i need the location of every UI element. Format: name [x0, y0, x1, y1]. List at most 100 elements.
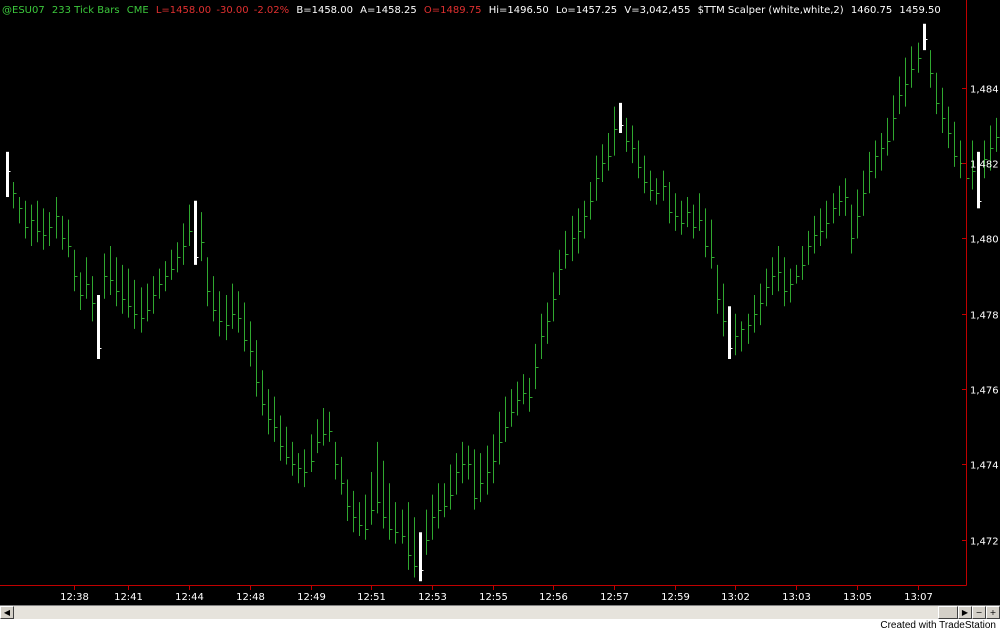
- ohlc-bar: [147, 283, 151, 322]
- ohlc-bar: [171, 249, 175, 280]
- ohlc-bar: [559, 249, 563, 295]
- ohlc-bar: [596, 155, 600, 201]
- ohlc-bar: [383, 460, 387, 529]
- ohlc-bar: [68, 219, 72, 258]
- scroll-right-button[interactable]: ▶: [958, 606, 972, 619]
- time-axis: 12:38 12:41 12:44 12:48 12:49 12:51 12:53 12:55…: [60, 585, 933, 603]
- ohlc-bar: [165, 261, 169, 292]
- arrow-left-icon: ◀: [3, 608, 11, 617]
- ohlc-bar: [329, 411, 333, 442]
- scroll-thumb[interactable]: [938, 606, 958, 619]
- ohlc-bar: [760, 283, 764, 326]
- ohlc-bar: [650, 170, 654, 201]
- ohlc-bar: [232, 283, 236, 329]
- ohlc-bar: [219, 291, 223, 337]
- ohlc-bar: [608, 133, 612, 171]
- ohlc-bar: [86, 257, 90, 299]
- ohlc-bar: [656, 178, 660, 205]
- ohlc-bar: [177, 242, 181, 273]
- ohlc-bar: [887, 117, 891, 156]
- ohlc-bar: [663, 170, 667, 201]
- ohlc-bar: [286, 426, 290, 465]
- ohlc-bar: [128, 268, 132, 318]
- ohlc-bar: [565, 230, 569, 269]
- ohlc-bar: [292, 441, 296, 476]
- ohlc-bar: [541, 313, 545, 359]
- zoom-out-button[interactable]: −: [972, 606, 986, 619]
- ohlc-bar: [693, 204, 697, 239]
- ohlc-bar: [614, 106, 618, 156]
- ohlc-bar: [590, 181, 594, 220]
- ohlc-bar: [893, 95, 897, 141]
- time-tick-label: 12:55: [479, 592, 508, 603]
- ohlc-bar: [456, 453, 460, 495]
- ohlc-bar: [772, 257, 776, 295]
- ohlc-bar: [414, 517, 418, 578]
- horizontal-scrollbar[interactable]: ◀ ▶ − +: [0, 605, 1000, 619]
- ohlc-bar: [820, 208, 824, 246]
- ohlc-bar: [578, 208, 582, 254]
- ohlc-bar: [905, 57, 909, 107]
- ohlc-bar: [238, 291, 242, 333]
- ohlc-bar: [766, 268, 770, 307]
- ohlc-bar: [347, 479, 351, 521]
- scroll-left-button[interactable]: ◀: [0, 606, 14, 619]
- ohlc-bar: [869, 151, 873, 194]
- ohlc-bar: [735, 313, 739, 356]
- ohlc-bar: [365, 494, 369, 540]
- ohlc-bar: [626, 117, 630, 152]
- zoom-in-button[interactable]: +: [986, 606, 1000, 619]
- ohlc-bar: [875, 140, 879, 179]
- ohlc-bar: [796, 264, 800, 284]
- ohlc-bar: [930, 50, 934, 88]
- ohlc-bar: [62, 215, 66, 250]
- ohlc-bar-highlight: [923, 23, 928, 51]
- ohlc-bar: [699, 193, 703, 231]
- time-tick-label: 12:41: [114, 592, 143, 603]
- ohlc-bar: [159, 268, 163, 299]
- scroll-track[interactable]: [14, 606, 958, 619]
- ohlc-bar: [748, 313, 752, 344]
- ohlc-bar: [250, 321, 254, 367]
- time-tick-label: 12:48: [236, 592, 265, 603]
- ohlc-bar: [802, 246, 806, 280]
- ohlc-bar: [256, 340, 260, 397]
- price-tick-label: 1,476: [970, 386, 999, 397]
- ohlc-bar: [317, 419, 321, 454]
- ohlc-bar: [754, 294, 758, 333]
- ohlc-bar: [395, 502, 399, 544]
- ohlc-bar: [377, 441, 381, 514]
- ohlc-bar: [141, 287, 145, 333]
- plus-icon: +: [989, 608, 997, 617]
- ohlc-bar: [389, 483, 393, 540]
- ohlc-bar: [511, 389, 515, 427]
- ohlc-bar: [262, 370, 266, 416]
- time-tick-label: 12:38: [60, 592, 89, 603]
- ohlc-bar: [632, 125, 636, 164]
- price-chart[interactable]: 1,472 1,474 1,476 1,478 1,480 1,482 1,484 12:3…: [0, 0, 1000, 605]
- ohlc-bar: [851, 204, 855, 254]
- ohlc-bar: [359, 502, 363, 537]
- ohlc-bar: [268, 389, 272, 435]
- ohlc-bar: [863, 170, 867, 216]
- ohlc-bar: [213, 276, 217, 322]
- ohlc-bar-highlight: [194, 200, 199, 265]
- ohlc-bar: [56, 197, 60, 239]
- ohlc-bar: [529, 377, 533, 412]
- time-tick-label: 12:56: [539, 592, 568, 603]
- price-tick-label: 1,474: [970, 461, 999, 472]
- minus-icon: −: [975, 608, 983, 617]
- ohlc-bar: [74, 249, 78, 292]
- price-tick-label: 1,484: [970, 85, 999, 96]
- ohlc-bar: [499, 411, 503, 465]
- time-tick-label: 12:49: [297, 592, 326, 603]
- ohlc-bar: [450, 464, 454, 510]
- ohlc-bar: [833, 193, 837, 224]
- ohlc-bar: [948, 106, 952, 149]
- ohlc-bar: [134, 279, 138, 329]
- ohlc-bar: [535, 343, 539, 390]
- ohlc-bar-highlight: [419, 532, 424, 582]
- ohlc-bar: [644, 155, 648, 194]
- time-tick-label: 13:03: [782, 592, 811, 603]
- ohlc-bar: [675, 193, 679, 231]
